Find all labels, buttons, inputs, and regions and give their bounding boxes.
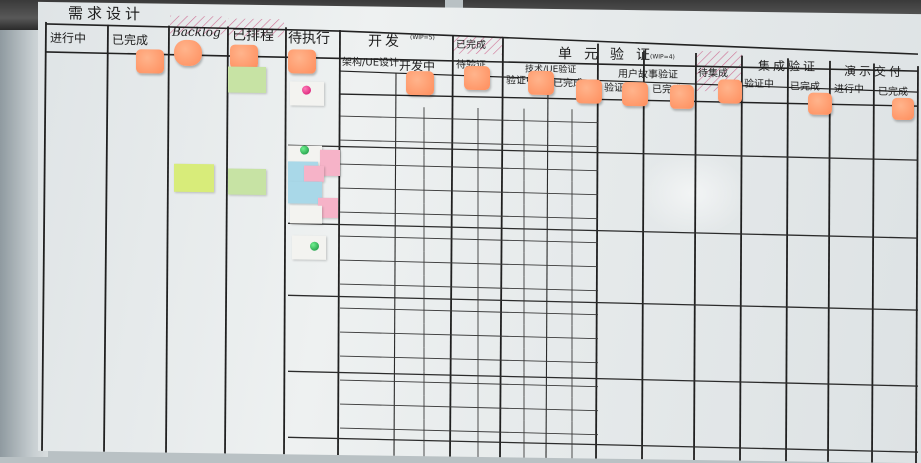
header-pending: 待执行 (288, 30, 330, 47)
header-backlog: Backlog (172, 24, 221, 40)
header-dd-done: 已完成 (878, 86, 908, 98)
sticky-note-orange (576, 79, 602, 104)
sticky-note-orange (230, 44, 258, 69)
header-iv-done: 已完成 (790, 81, 820, 93)
task-card (288, 181, 322, 204)
magnet-pink (302, 85, 311, 95)
sticky-note-orange (622, 81, 648, 107)
header-integration-verify: 集成验证 (758, 58, 819, 74)
kanban-photo: 需求设计 进行中 已完成 Backlog 已排程 待执行 开发 (WIP=5) … (0, 0, 921, 463)
header-demand-design: 需求设计 (68, 4, 145, 24)
sticky-note-orange (136, 49, 164, 74)
header-wip-note: (WIP=5) (410, 34, 435, 42)
task-card (228, 168, 266, 196)
header-unit-verify-note: (WIP=4) (650, 53, 675, 61)
task-card (228, 66, 266, 94)
magnet-green (310, 241, 319, 251)
sticky-note-orange (464, 65, 490, 91)
header-done-1: 已完成 (112, 32, 149, 48)
sticky-note-orange (892, 97, 914, 121)
whiteboard: 需求设计 进行中 已完成 Backlog 已排程 待执行 开发 (WIP=5) … (38, 1, 921, 463)
header-demo-delivery: 演示交付 (844, 64, 905, 79)
header-done-dev: 已完成 (456, 39, 486, 52)
sticky-note-orange (670, 84, 694, 109)
task-card (290, 205, 322, 224)
header-scheduled: 已排程 (232, 27, 274, 45)
header-dd-in-progress: 进行中 (834, 83, 864, 96)
magnet-green (300, 145, 309, 155)
task-card (304, 165, 324, 182)
sticky-note-orange (174, 39, 202, 67)
header-dev-ue-design: 架构/UE设计 (342, 57, 400, 69)
sticky-note-orange (288, 49, 316, 74)
header-user-story-verify: 用户故事验证 (618, 68, 678, 81)
header-waiting-integration: 待集成 (698, 68, 728, 80)
header-in-progress-1: 进行中 (50, 31, 87, 46)
sticky-note-orange (718, 79, 742, 104)
header-develop: 开发 (368, 33, 402, 50)
sticky-note-orange (406, 70, 434, 96)
task-card (174, 163, 214, 193)
sticky-note-orange (528, 70, 554, 96)
sticky-note-orange (808, 92, 832, 115)
header-unit-verify: 单元验证 (558, 46, 662, 64)
task-card (292, 235, 326, 260)
header-iv-in-progress: 验证中 (744, 78, 774, 91)
